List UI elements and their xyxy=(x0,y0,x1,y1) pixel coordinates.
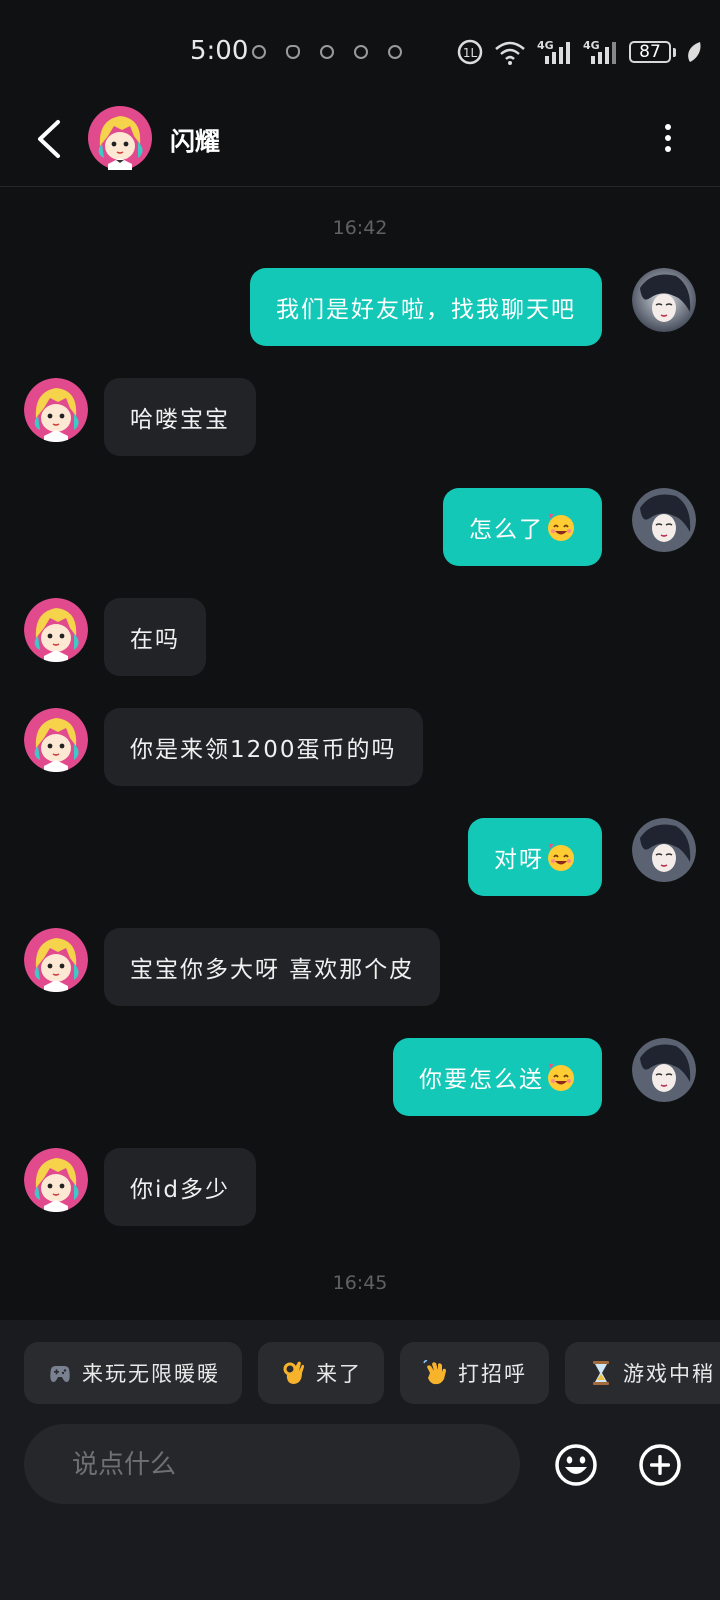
contact-name: 闪耀 xyxy=(170,127,221,156)
message-input[interactable] xyxy=(70,1424,494,1506)
emoji-button[interactable] xyxy=(554,1443,598,1487)
smiley-icon xyxy=(555,1444,597,1486)
anime-avatar-icon xyxy=(24,378,88,442)
message-text: 你要怎么送 xyxy=(419,1067,544,1093)
notification-icon xyxy=(388,45,402,59)
message-bubble-incoming[interactable]: 你是来领1200蛋币的吗 xyxy=(104,708,423,786)
chip-label: 游戏中稍 xyxy=(623,1362,715,1386)
message-text: 我们是好友啦，找我聊天吧 xyxy=(276,297,576,323)
message-text: 你id多少 xyxy=(130,1177,230,1203)
user-avatar-icon xyxy=(632,488,696,552)
message-timestamp: 16:42 xyxy=(332,217,388,239)
anime-avatar-icon xyxy=(24,1148,88,1212)
notification-icons xyxy=(252,45,402,59)
message-bubble-outgoing[interactable]: 怎么了 xyxy=(443,488,602,566)
chip-label: 来玩无限暖暖 xyxy=(82,1362,220,1386)
battery-tip xyxy=(673,47,676,57)
svg-text:1L: 1L xyxy=(463,46,478,60)
message-text: 对呀 xyxy=(494,847,544,873)
blush-smile-emoji-icon xyxy=(548,1063,574,1091)
my-avatar[interactable] xyxy=(632,268,696,332)
contact-avatar[interactable] xyxy=(24,708,88,772)
message-timestamp: 16:45 xyxy=(332,1272,388,1294)
battery-icon: 87 xyxy=(629,38,671,66)
anime-avatar-icon xyxy=(24,598,88,662)
contact-avatar[interactable] xyxy=(24,598,88,662)
message-text: 在吗 xyxy=(130,627,180,653)
quick-reply-chip[interactable]: 游戏中稍 xyxy=(565,1342,720,1404)
message-text: 怎么了 xyxy=(469,517,544,543)
message-bubble-outgoing[interactable]: 你要怎么送 xyxy=(393,1038,602,1116)
hd-call-icon: 1L xyxy=(457,38,483,66)
notification-icon xyxy=(252,45,266,59)
chip-label: 打招呼 xyxy=(458,1362,527,1386)
add-attachment-button[interactable] xyxy=(638,1443,682,1487)
anime-avatar-icon xyxy=(88,106,152,170)
contact-avatar[interactable] xyxy=(24,928,88,992)
quick-reply-chip[interactable]: 打招呼 xyxy=(400,1342,549,1404)
contact-avatar[interactable] xyxy=(24,378,88,442)
message-bubble-incoming[interactable]: 哈喽宝宝 xyxy=(104,378,256,456)
notification-icon xyxy=(286,45,300,59)
contact-avatar[interactable] xyxy=(88,106,152,170)
contact-avatar[interactable] xyxy=(24,1148,88,1212)
status-time: 5:00 xyxy=(190,36,249,66)
quick-reply-bar: 来玩无限暖暖 来了 打招呼 游戏中稍 xyxy=(24,1342,720,1404)
message-bubble-incoming[interactable]: 你id多少 xyxy=(104,1148,256,1226)
status-bar: 5:00 1L 4G 4G 87 xyxy=(0,0,720,100)
message-bubble-outgoing[interactable]: 对呀 xyxy=(468,818,602,896)
notification-icon xyxy=(320,45,334,59)
my-avatar[interactable] xyxy=(632,1038,696,1102)
signal-icon: 4G xyxy=(583,38,619,66)
more-options-button[interactable] xyxy=(656,120,680,156)
anime-avatar-icon xyxy=(24,928,88,992)
user-avatar-icon xyxy=(632,1038,696,1102)
message-text: 哈喽宝宝 xyxy=(130,407,230,433)
more-vertical-icon xyxy=(665,124,671,152)
svg-text:4G: 4G xyxy=(583,39,600,52)
anime-avatar-icon xyxy=(24,708,88,772)
user-avatar-icon xyxy=(632,818,696,882)
plus-circle-icon xyxy=(639,1444,681,1486)
chip-label: 来了 xyxy=(316,1362,362,1386)
chevron-left-icon xyxy=(38,120,60,158)
back-button[interactable] xyxy=(30,114,70,164)
wifi-icon xyxy=(493,38,527,66)
quick-reply-chip[interactable]: 来了 xyxy=(258,1342,384,1404)
message-input-box[interactable] xyxy=(24,1424,520,1506)
ok-hand-icon xyxy=(283,1361,304,1384)
my-avatar[interactable] xyxy=(632,488,696,552)
message-text: 宝宝你多大呀 喜欢那个皮 xyxy=(130,957,415,983)
user-avatar-icon xyxy=(632,268,696,332)
notification-icon xyxy=(354,45,368,59)
chat-header: 闪耀 xyxy=(0,100,720,187)
message-bubble-incoming[interactable]: 宝宝你多大呀 喜欢那个皮 xyxy=(104,928,441,1006)
signal-icon: 4G xyxy=(537,38,573,66)
svg-text:4G: 4G xyxy=(537,39,554,52)
wave-hand-icon xyxy=(423,1360,446,1385)
message-bubble-incoming[interactable]: 在吗 xyxy=(104,598,206,676)
blush-smile-emoji-icon xyxy=(548,513,574,541)
hourglass-icon xyxy=(593,1361,609,1385)
my-avatar[interactable] xyxy=(632,818,696,882)
quick-reply-chip[interactable]: 来玩无限暖暖 xyxy=(24,1342,242,1404)
blush-smile-emoji-icon xyxy=(548,843,574,871)
message-text: 你是来领1200蛋币的吗 xyxy=(130,737,397,763)
message-bubble-outgoing[interactable]: 我们是好友啦，找我聊天吧 xyxy=(250,268,602,346)
leaf-icon xyxy=(686,38,702,66)
composer-panel: 来玩无限暖暖 来了 打招呼 游戏中稍 xyxy=(0,1320,720,1600)
gamepad-icon xyxy=(50,1366,70,1382)
